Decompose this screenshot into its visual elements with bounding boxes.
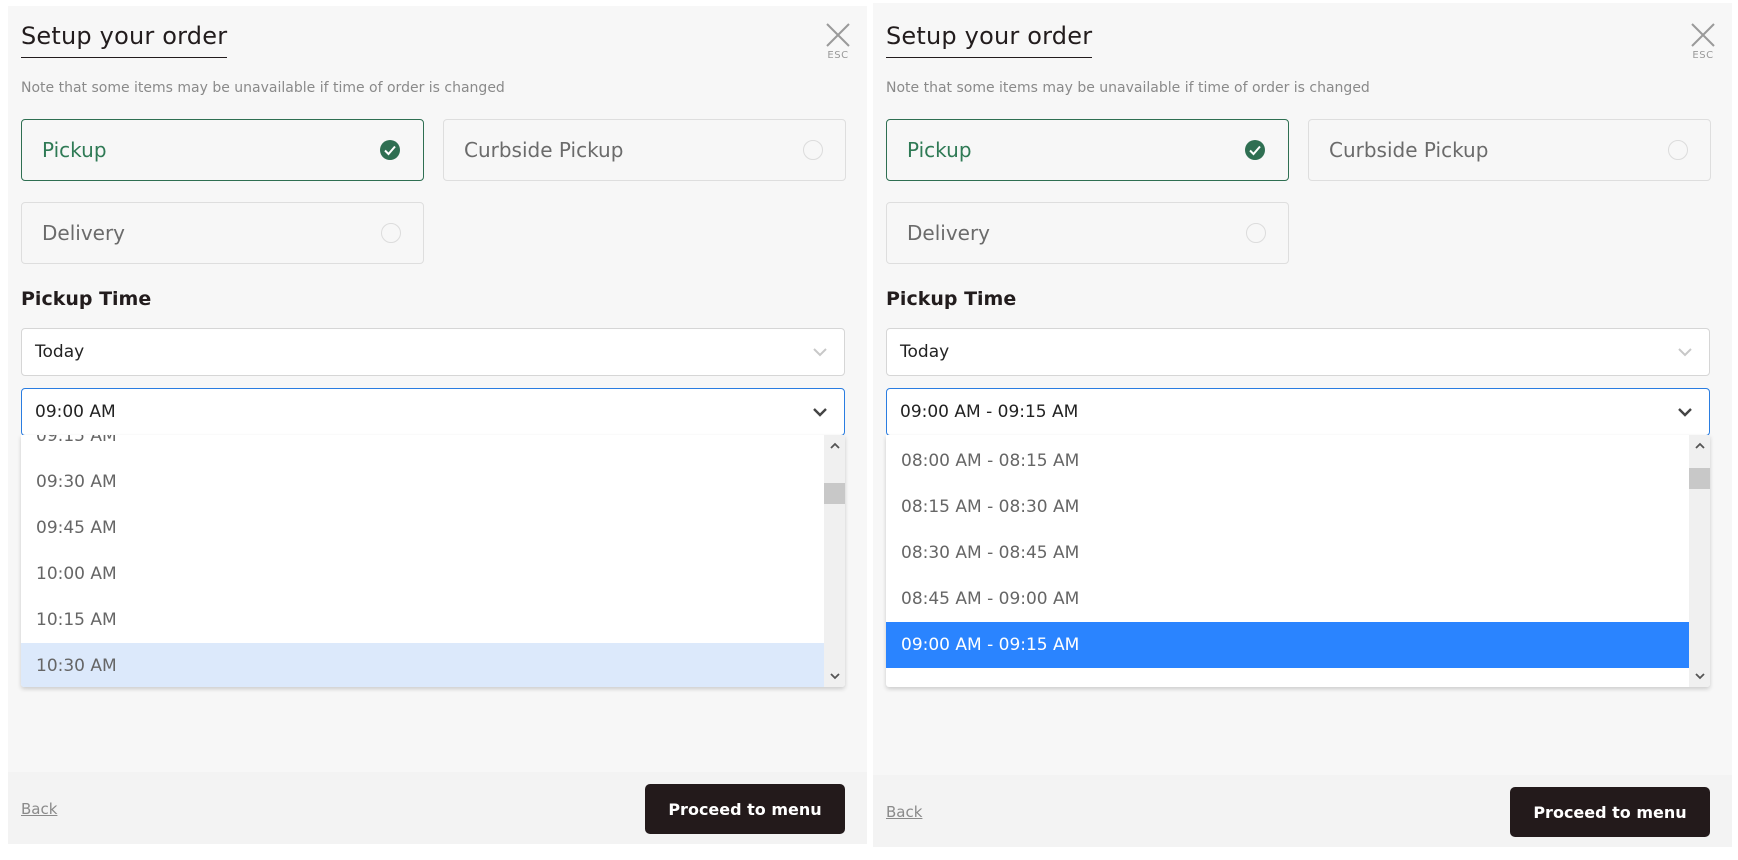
day-select[interactable]: Today <box>886 328 1710 376</box>
dialog-footer: Back Proceed to menu <box>8 772 867 844</box>
time-option[interactable]: 09:30 AM <box>21 459 824 505</box>
time-options-dropdown: 08:00 AM - 08:15 AM 08:15 AM - 08:30 AM … <box>886 435 1710 687</box>
scroll-up-button[interactable] <box>1689 437 1710 455</box>
time-option-hovered[interactable]: 10:30 AM <box>21 643 824 687</box>
order-type-label: Pickup <box>907 138 972 162</box>
chevron-down-icon <box>1678 348 1692 357</box>
scroll-down-button[interactable] <box>1689 667 1710 685</box>
order-type-label: Pickup <box>42 138 107 162</box>
time-options-list: 08:00 AM - 08:15 AM 08:15 AM - 08:30 AM … <box>886 438 1689 687</box>
radio-empty-icon <box>1246 223 1266 243</box>
radio-empty-icon <box>803 140 823 160</box>
time-select-value: 09:00 AM <box>35 402 116 422</box>
day-select-value: Today <box>900 342 950 362</box>
time-select[interactable]: 09:00 AM - 09:15 AM <box>886 388 1710 436</box>
time-option[interactable]: 08:45 AM - 09:00 AM <box>886 576 1689 622</box>
day-select[interactable]: Today <box>21 328 845 376</box>
order-type-curbside-pickup[interactable]: Curbside Pickup <box>1308 119 1711 181</box>
time-options-dropdown: 09:15 AM 09:30 AM 09:45 AM 10:00 AM 10:1… <box>21 435 845 687</box>
chevron-up-icon <box>1694 442 1705 449</box>
time-option[interactable]: 08:30 AM - 08:45 AM <box>886 530 1689 576</box>
order-type-label: Curbside Pickup <box>1329 138 1489 162</box>
time-select-value: 09:00 AM - 09:15 AM <box>900 402 1079 422</box>
time-select[interactable]: 09:00 AM <box>21 388 845 436</box>
esc-hint: ESC <box>1692 50 1714 61</box>
dialog-footer: Back Proceed to menu <box>873 775 1732 847</box>
order-type-label: Curbside Pickup <box>464 138 624 162</box>
chevron-up-icon <box>829 442 840 449</box>
order-type-delivery[interactable]: Delivery <box>886 202 1289 264</box>
pickup-time-label: Pickup Time <box>21 288 152 310</box>
scroll-down-button[interactable] <box>824 667 845 685</box>
chevron-down-icon <box>813 348 827 357</box>
time-option[interactable]: 09:45 AM <box>21 505 824 551</box>
order-type-label: Delivery <box>907 221 991 245</box>
scrollbar-thumb[interactable] <box>824 483 845 504</box>
time-option[interactable]: 08:00 AM - 08:15 AM <box>886 438 1689 484</box>
time-option[interactable]: 10:00 AM <box>21 551 824 597</box>
chevron-down-icon <box>1694 673 1705 680</box>
scrollbar-thumb[interactable] <box>1689 468 1710 489</box>
time-options-list: 09:15 AM 09:30 AM 09:45 AM 10:00 AM 10:1… <box>21 435 824 687</box>
day-select-value: Today <box>35 342 85 362</box>
order-type-pickup[interactable]: Pickup <box>886 119 1289 181</box>
availability-note: Note that some items may be unavailable … <box>21 80 505 96</box>
time-option[interactable]: 10:15 AM <box>21 597 824 643</box>
chevron-down-icon <box>829 673 840 680</box>
proceed-to-menu-button[interactable]: Proceed to menu <box>645 784 845 834</box>
dialog-title: Setup your order <box>21 22 228 58</box>
back-link[interactable]: Back <box>21 800 57 818</box>
back-link[interactable]: Back <box>886 803 922 821</box>
order-type-delivery[interactable]: Delivery <box>21 202 424 264</box>
order-setup-dialog-left: Setup your order ESC Note that some item… <box>8 6 867 844</box>
time-option-selected[interactable]: 09:00 AM - 09:15 AM <box>886 622 1689 668</box>
check-circle-icon <box>380 140 400 160</box>
order-setup-dialog-right: Setup your order ESC Note that some item… <box>873 3 1732 847</box>
proceed-to-menu-button[interactable]: Proceed to menu <box>1510 787 1710 837</box>
availability-note: Note that some items may be unavailable … <box>886 80 1370 96</box>
radio-empty-icon <box>1668 140 1688 160</box>
dropdown-scrollbar[interactable] <box>1689 435 1710 687</box>
close-x-icon <box>826 23 850 47</box>
chevron-down-icon <box>813 408 827 417</box>
order-type-pickup[interactable]: Pickup <box>21 119 424 181</box>
esc-hint: ESC <box>827 50 849 61</box>
radio-empty-icon <box>381 223 401 243</box>
close-x-icon <box>1691 23 1715 47</box>
dropdown-scrollbar[interactable] <box>824 435 845 687</box>
dialog-title: Setup your order <box>886 22 1093 58</box>
pickup-time-label: Pickup Time <box>886 288 1017 310</box>
order-type-curbside-pickup[interactable]: Curbside Pickup <box>443 119 846 181</box>
close-button[interactable]: ESC <box>823 22 853 61</box>
check-circle-icon <box>1245 140 1265 160</box>
time-option[interactable]: 08:15 AM - 08:30 AM <box>886 484 1689 530</box>
scroll-up-button[interactable] <box>824 437 845 455</box>
time-option[interactable]: 09:15 AM <box>21 435 824 459</box>
chevron-down-icon <box>1678 408 1692 417</box>
close-button[interactable]: ESC <box>1688 22 1718 61</box>
order-type-label: Delivery <box>42 221 126 245</box>
